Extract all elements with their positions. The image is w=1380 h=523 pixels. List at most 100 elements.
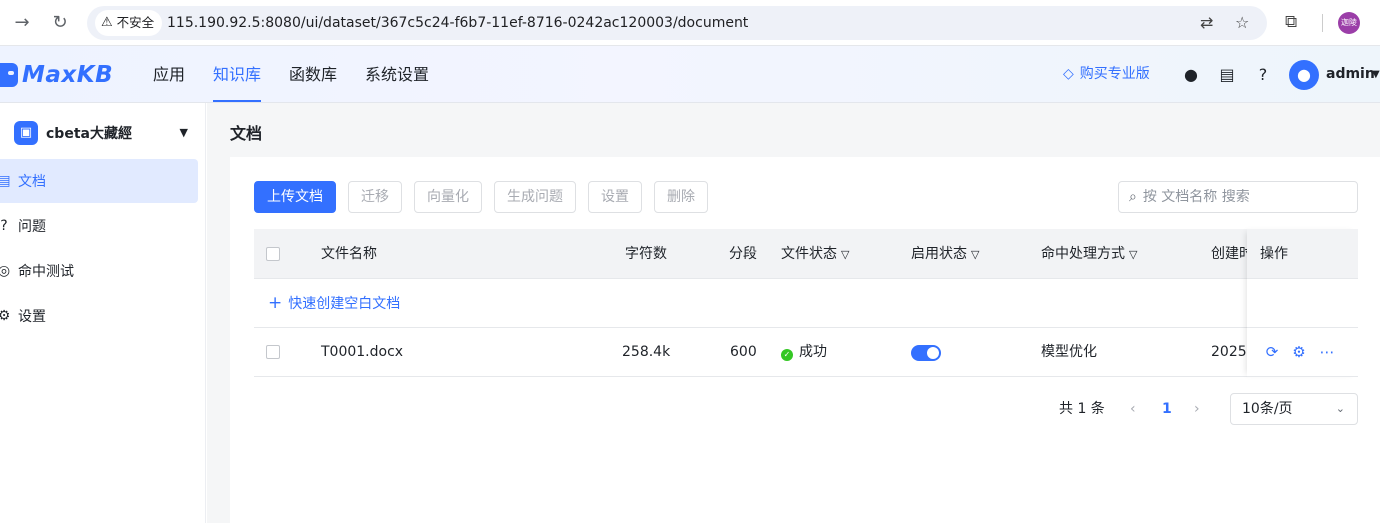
cell-created: 2025- [1211, 344, 1252, 360]
security-indicator[interactable]: ⚠ 不安全 [95, 10, 163, 36]
hit-test-icon: ◎ [0, 263, 11, 279]
page-size-value: 10条/页 [1242, 401, 1293, 417]
quick-create-label: 快速创建空白文档 [288, 296, 401, 312]
sidebar-item-label: 问题 [18, 219, 46, 235]
page-title: 文档 [230, 124, 263, 143]
url-text: 115.190.92.5:8080/ui/dataset/367c5c24-f6… [167, 15, 749, 31]
column-header-label: 启用状态 [911, 246, 967, 262]
main-content: 文档 上传文档 迁移 向量化 生成问题 设置 删除 ⌕ 文件名称 字符数 分段 … [207, 103, 1380, 523]
filter-icon[interactable]: ▽ [841, 248, 849, 261]
pagination-total: 共 1 条 [1059, 401, 1105, 417]
ops-cell: ⟳ ⚙ ⋯ [1247, 328, 1358, 377]
page-size-select[interactable]: 10条/页 ⌄ [1230, 393, 1358, 425]
sidebar: ▣ cbeta大藏經 ▼ ▤ 文档 ? 问题 ◎ 命中测试 ⚙ 设置 [0, 103, 206, 523]
reload-icon[interactable]: ↻ [48, 11, 72, 35]
search-input[interactable] [1142, 189, 1343, 205]
user-avatar-icon[interactable]: ● [1289, 60, 1319, 90]
nav-item-functions[interactable]: 函数库 [289, 46, 337, 103]
logo-mark-icon [0, 63, 18, 87]
settings-button[interactable]: 设置 [588, 181, 642, 213]
column-header-hit-handling[interactable]: 命中处理方式 ▽ [1041, 229, 1137, 280]
sidebar-item-label: 命中测试 [18, 264, 74, 280]
sidebar-item-label: 文档 [18, 174, 46, 190]
browser-toolbar: → ↻ ⚠ 不安全 115.190.92.5:8080/ui/dataset/3… [0, 0, 1380, 46]
gear-icon[interactable]: ⚙ [1290, 343, 1308, 361]
search-box[interactable]: ⌕ [1118, 181, 1358, 213]
column-header-enable-status[interactable]: 启用状态 ▽ [911, 229, 979, 280]
table-header: 文件名称 字符数 分段 文件状态 ▽ 启用状态 ▽ 命中处理方式 ▽ 创建时 [254, 229, 1358, 279]
enable-toggle[interactable] [911, 345, 941, 361]
sidebar-item-documents[interactable]: ▤ 文档 [0, 159, 198, 203]
logo-text: MaxKB [22, 62, 114, 88]
cell-chars: 258.4k [622, 344, 671, 360]
row-checkbox[interactable] [266, 345, 280, 359]
status-label: 成功 [799, 344, 827, 360]
sidebar-item-hit-test[interactable]: ◎ 命中测试 [0, 249, 198, 293]
success-check-icon: ✓ [781, 349, 793, 361]
buy-pro-label: 购买专业版 [1079, 66, 1150, 82]
sidebar-item-settings[interactable]: ⚙ 设置 [0, 294, 198, 338]
translate-icon[interactable]: ⇄ [1200, 14, 1213, 32]
column-header-label: 文件状态 [781, 246, 837, 262]
user-name[interactable]: admin [1326, 46, 1375, 103]
ops-empty-cell [1247, 279, 1358, 328]
generate-questions-button[interactable]: 生成问题 [494, 181, 576, 213]
bookmark-star-icon[interactable]: ☆ [1235, 14, 1249, 32]
github-icon[interactable]: ● [1181, 65, 1201, 85]
column-header-label: 命中处理方式 [1041, 246, 1125, 262]
cell-file-status: ✓ 成功 [781, 328, 827, 377]
caret-down-icon[interactable]: ▼ [1372, 46, 1380, 103]
nav-item-knowledge[interactable]: 知识库 [213, 46, 262, 103]
cell-segments: 600 [730, 344, 757, 360]
nav-item-system-settings[interactable]: 系统设置 [365, 46, 429, 103]
toolbar-divider [1322, 14, 1323, 32]
documents-card: 上传文档 迁移 向量化 生成问题 设置 删除 ⌕ 文件名称 字符数 分段 文件状… [230, 157, 1380, 523]
nav-item-apps[interactable]: 应用 [153, 46, 185, 103]
refresh-vectorize-icon[interactable]: ⟳ [1263, 343, 1281, 361]
next-page-icon[interactable]: › [1194, 393, 1200, 425]
vectorize-button[interactable]: 向量化 [414, 181, 482, 213]
caret-down-icon: ▼ [179, 126, 188, 139]
security-label: 不安全 [116, 15, 155, 30]
sidebar-item-questions[interactable]: ? 问题 [0, 204, 198, 248]
column-header-chars[interactable]: 字符数 [625, 229, 667, 279]
quick-create-row: + 快速创建空白文档 [254, 279, 1358, 328]
column-header-name[interactable]: 文件名称 [321, 229, 377, 279]
help-icon[interactable]: ? [1253, 65, 1273, 85]
page-number[interactable]: 1 [1162, 393, 1172, 425]
prev-page-icon[interactable]: ‹ [1130, 393, 1136, 425]
cell-hit-handling: 模型优化 [1041, 344, 1097, 360]
select-all-checkbox[interactable] [266, 247, 280, 261]
diamond-icon: ◇ [1063, 66, 1074, 82]
more-icon[interactable]: ⋯ [1318, 343, 1336, 361]
gear-icon: ⚙ [0, 308, 11, 324]
dataset-name: cbeta大藏經 [46, 126, 132, 142]
main-nav: 应用 知识库 函数库 系统设置 [153, 46, 457, 103]
question-icon: ? [0, 218, 8, 234]
plus-icon: + [268, 293, 283, 313]
profile-avatar[interactable]: 迦陵 [1338, 12, 1360, 34]
filter-icon[interactable]: ▽ [1129, 248, 1137, 261]
maxkb-logo[interactable]: MaxKB [0, 60, 113, 90]
address-bar[interactable]: ⚠ 不安全 115.190.92.5:8080/ui/dataset/367c5… [87, 6, 1267, 40]
buy-pro-link[interactable]: ◇ 购买专业版 [1063, 46, 1150, 103]
delete-button[interactable]: 删除 [654, 181, 708, 213]
column-header-ops: 操作 [1247, 229, 1358, 279]
forward-icon[interactable]: → [10, 11, 34, 35]
column-header-file-status[interactable]: 文件状态 ▽ [781, 229, 849, 280]
dataset-icon: ▣ [14, 121, 38, 145]
column-header-segments[interactable]: 分段 [729, 229, 757, 279]
sidebar-item-label: 设置 [18, 309, 46, 325]
search-icon: ⌕ [1129, 189, 1137, 205]
app-header: MaxKB 应用 知识库 函数库 系统设置 ◇ 购买专业版 ● ▤ ? ● ad… [0, 46, 1380, 103]
cell-name[interactable]: T0001.docx [321, 328, 403, 377]
quick-create-link[interactable]: + 快速创建空白文档 [268, 279, 400, 329]
warning-icon: ⚠ [101, 15, 113, 30]
table-row[interactable]: T0001.docx 258.4k 600 ✓ 成功 模型优化 2025- [254, 328, 1358, 377]
extensions-icon[interactable]: ⧉ [1285, 12, 1297, 32]
migrate-button[interactable]: 迁移 [348, 181, 402, 213]
dataset-switcher[interactable]: ▣ cbeta大藏經 ▼ [14, 119, 194, 147]
docs-book-icon[interactable]: ▤ [1217, 65, 1237, 85]
upload-document-button[interactable]: 上传文档 [254, 181, 336, 213]
filter-icon[interactable]: ▽ [971, 248, 979, 261]
